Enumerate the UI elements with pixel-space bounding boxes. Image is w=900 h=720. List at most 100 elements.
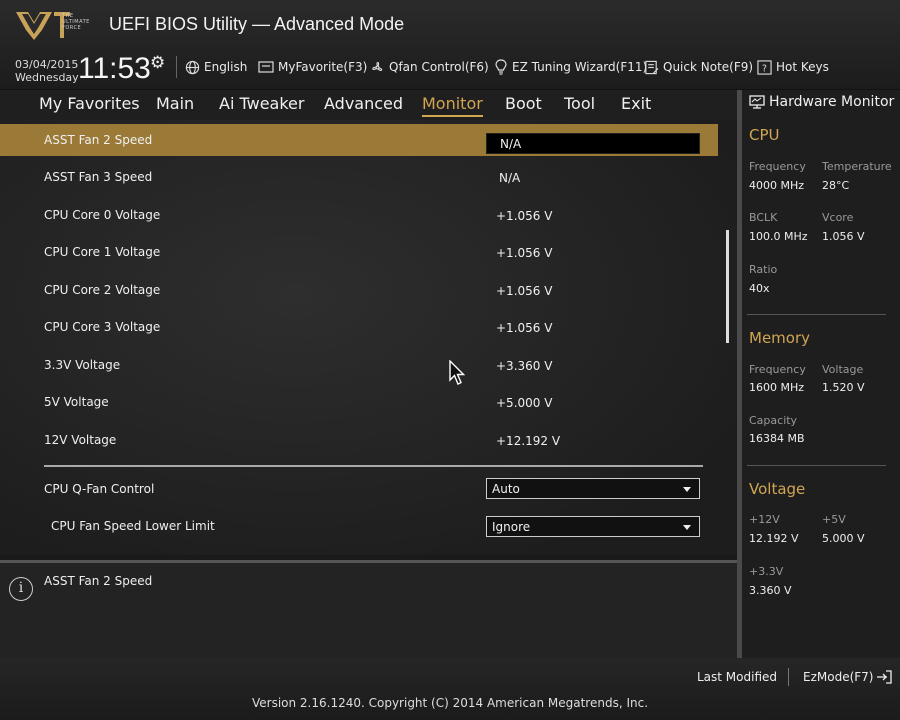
toolbar-separator (176, 56, 177, 78)
qfan-label: Qfan Control(F6) (389, 60, 489, 74)
hw-title: Hardware Monitor (749, 94, 894, 110)
v33-value: 3.360 V (749, 584, 792, 597)
tab-my-favorites[interactable]: My Favorites (39, 94, 140, 115)
row-label: ASST Fan 2 Speed (44, 133, 153, 147)
tab-exit[interactable]: Exit (621, 94, 651, 115)
logo-text: THE ULTIMATE FORCE (62, 13, 90, 31)
row-cpu-fan-speed-lower-limit[interactable]: CPU Fan Speed Lower Limit Ignore (0, 510, 718, 542)
fan-icon (372, 61, 383, 71)
row-value: +1.056 V (496, 246, 553, 260)
row-label: 5V Voltage (44, 395, 109, 409)
clock-time[interactable]: 11:53 (78, 52, 151, 86)
date-text: 03/04/2015 (15, 58, 79, 71)
select-value: Auto (492, 482, 520, 496)
memory-frequency-label: Frequency (749, 363, 806, 376)
language-button[interactable]: English (185, 57, 247, 77)
bclk-label: BCLK (749, 211, 778, 224)
tab-tool[interactable]: Tool (564, 94, 595, 115)
note-icon (645, 60, 659, 74)
tab-main[interactable]: Main (156, 94, 194, 115)
day-text: Wednesday (15, 71, 79, 84)
cpu-heading: CPU (749, 126, 780, 144)
quick-note-button[interactable]: Quick Note(F9) (644, 57, 753, 77)
tab-monitor[interactable]: Monitor (422, 94, 483, 117)
memory-voltage-label: Voltage (822, 363, 864, 376)
row-3v3-voltage[interactable]: 3.3V Voltage +3.360 V (0, 349, 718, 381)
row-cpu-core-1-voltage[interactable]: CPU Core 1 Voltage +1.056 V (0, 236, 718, 268)
globe-icon (185, 60, 200, 74)
row-value-box: N/A (486, 133, 700, 154)
cpu-q-fan-control-select[interactable]: Auto (486, 478, 700, 499)
ez-tuning-label: EZ Tuning Wizard(F11) (512, 60, 648, 74)
row-5v-voltage[interactable]: 5V Voltage +5.000 V (0, 386, 718, 418)
tab-advanced[interactable]: Advanced (324, 94, 403, 115)
row-cpu-q-fan-control[interactable]: CPU Q-Fan Control Auto (0, 473, 718, 505)
v33-label: +3.3V (749, 565, 784, 578)
myfavorite-button[interactable]: MyFavorite(F3) (258, 57, 367, 77)
cpu-frequency-value: 4000 MHz (749, 179, 805, 192)
row-value: N/A (500, 137, 522, 151)
footer-separator (788, 668, 789, 686)
app-title: UEFI BIOS Utility — Advanced Mode (109, 14, 405, 34)
qfan-control-button[interactable]: Qfan Control(F6) (370, 57, 489, 77)
row-value: +1.056 V (496, 284, 553, 298)
vcore-label: Vcore (822, 211, 854, 224)
ratio-label: Ratio (749, 263, 778, 276)
ez-tuning-button[interactable]: EZ Tuning Wizard(F11) (494, 57, 647, 77)
row-asst-fan-3-speed[interactable]: ASST Fan 3 Speed N/A (0, 161, 718, 193)
chevron-down-icon (683, 525, 691, 530)
last-modified-button[interactable]: Last Modified (697, 670, 777, 684)
row-12v-voltage[interactable]: 12V Voltage +12.192 V (0, 424, 718, 456)
help-bar: i ASST Fan 2 Speed (0, 560, 737, 658)
v12-label: +12V (749, 513, 780, 526)
cpu-frequency-label: Frequency (749, 160, 806, 173)
row-label: CPU Fan Speed Lower Limit (51, 519, 215, 533)
hw-divider (747, 465, 886, 466)
chevron-down-icon (683, 487, 691, 492)
row-label: CPU Core 1 Voltage (44, 245, 161, 259)
ezmode-label: EzMode(F7) (803, 670, 874, 684)
lightbulb-icon (495, 59, 507, 75)
tab-boot[interactable]: Boot (505, 94, 542, 115)
memory-voltage-value: 1.520 V (822, 381, 865, 394)
mouse-cursor-icon (449, 360, 465, 385)
memory-heading: Memory (749, 329, 811, 347)
row-value: +1.056 V (496, 209, 553, 223)
cpu-fan-speed-lower-limit-select[interactable]: Ignore (486, 516, 700, 537)
voltage-heading: Voltage (749, 480, 806, 498)
v5-value: 5.000 V (822, 532, 865, 545)
vcore-value: 1.056 V (822, 230, 865, 243)
row-label: 12V Voltage (44, 433, 117, 447)
section-divider (44, 465, 703, 467)
row-cpu-core-2-voltage[interactable]: CPU Core 2 Voltage +1.056 V (0, 274, 718, 306)
main-tabs: My Favorites Main Ai Tweaker Advanced Mo… (0, 90, 737, 120)
myfavorite-label: MyFavorite(F3) (278, 60, 368, 74)
gear-icon[interactable]: ⚙ (150, 53, 165, 73)
cpu-temperature-value: 28°C (822, 179, 850, 192)
hw-title-label: Hardware Monitor (769, 94, 895, 110)
row-cpu-core-0-voltage[interactable]: CPU Core 0 Voltage +1.056 V (0, 199, 718, 231)
tab-ai-tweaker[interactable]: Ai Tweaker (219, 94, 304, 115)
scrollbar-thumb[interactable] (726, 230, 729, 343)
row-label: CPU Core 3 Voltage (44, 320, 161, 334)
row-label: 3.3V Voltage (44, 358, 121, 372)
date-display: 03/04/2015 Wednesday (15, 58, 79, 84)
version-text: Version 2.16.1240. Copyright (C) 2014 Am… (251, 696, 649, 710)
header-bar: THE ULTIMATE FORCE UEFI BIOS Utility — A… (0, 0, 900, 90)
row-label: CPU Q-Fan Control (44, 482, 155, 496)
row-cpu-core-3-voltage[interactable]: CPU Core 3 Voltage +1.056 V (0, 311, 718, 343)
row-label: CPU Core 0 Voltage (44, 208, 161, 222)
hot-keys-label: Hot Keys (776, 60, 829, 74)
question-icon: ? (757, 59, 772, 75)
help-text: ASST Fan 2 Speed (44, 574, 153, 588)
ratio-value: 40x (749, 282, 770, 295)
monitor-panel: ASST Fan 2 Speed N/A ASST Fan 3 Speed N/… (0, 120, 737, 555)
ezmode-button[interactable]: EzMode(F7) (803, 670, 893, 684)
cpu-temperature-label: Temperature (822, 160, 892, 173)
hot-keys-button[interactable]: ? Hot Keys (757, 57, 829, 77)
row-value: +3.360 V (496, 359, 553, 373)
exit-arrow-icon (877, 670, 893, 684)
v12-value: 12.192 V (749, 532, 799, 545)
row-asst-fan-2-speed[interactable]: ASST Fan 2 Speed N/A (0, 124, 718, 156)
v5-label: +5V (822, 513, 846, 526)
